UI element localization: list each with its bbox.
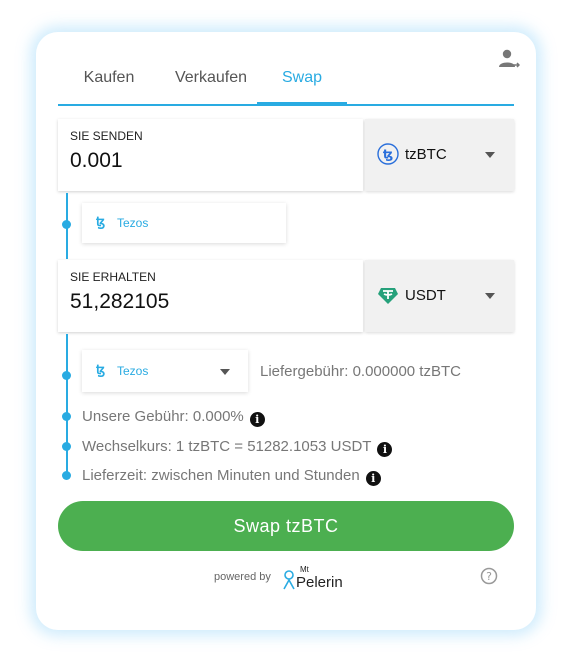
exchange-rate-text: Wechselkurs: 1 tzBTC = 51282.1053 USDT [82, 438, 372, 455]
delivery-time-row: Lieferzeit: zwischen Minuten und Stunden… [82, 467, 381, 486]
chevron-down-icon [485, 152, 495, 158]
send-token-select[interactable]: ꜩ tzBTC [365, 119, 514, 191]
send-amount-input[interactable]: 0.001 [70, 149, 123, 173]
delivery-time-text: Lieferzeit: zwischen Minuten und Stunden [82, 467, 360, 484]
swap-button[interactable]: Swap tzBTC [58, 501, 514, 551]
info-icon[interactable]: i [365, 471, 381, 486]
our-fee-row: Unsere Gebühr: 0.000% i [82, 408, 265, 427]
timeline-dot [62, 371, 71, 380]
active-tab-indicator [257, 102, 347, 106]
send-caption: SIE SENDEN [70, 129, 143, 143]
logo-mt-text: Mt [300, 565, 309, 574]
tezos-icon: ꜩ [96, 362, 106, 377]
send-field: SIE SENDEN 0.001 ꜩ tzBTC [58, 119, 514, 193]
powered-by-text: powered by [214, 571, 271, 583]
send-amount-box[interactable]: SIE SENDEN 0.001 [58, 119, 363, 191]
timeline-dot [62, 442, 71, 451]
svg-text:?: ? [486, 570, 492, 583]
send-network-box[interactable]: ꜩ Tezos [82, 203, 286, 243]
receive-token-name: USDT [405, 287, 446, 304]
delivery-fee-text: Liefergebühr: 0.000000 tzBTC [260, 363, 461, 380]
info-icon[interactable]: i [377, 442, 393, 457]
info-icon[interactable]: i [249, 412, 265, 427]
pelerin-logo-icon [283, 570, 295, 590]
chevron-down-icon [220, 369, 230, 375]
tab-bar: Kaufen Verkaufen Swap [58, 62, 514, 106]
timeline-dot [62, 471, 71, 480]
receive-network-label: Tezos [117, 364, 149, 378]
timeline-dot [62, 220, 71, 229]
receive-field: SIE ERHALTEN 51,282105 USDT [58, 260, 514, 334]
logo-name-text: Pelerin [296, 574, 343, 591]
tezos-icon: ꜩ [96, 214, 106, 229]
receive-amount-input[interactable]: 51,282105 [70, 290, 169, 314]
svg-text:ꜩ: ꜩ [383, 148, 393, 162]
swap-widget: Kaufen Verkaufen Swap SIE SENDEN 0.001 ꜩ… [36, 32, 536, 630]
chevron-down-icon [485, 293, 495, 299]
tzbtc-icon: ꜩ [377, 143, 399, 165]
tab-swap[interactable]: Swap [257, 62, 347, 102]
our-fee-text: Unsere Gebühr: 0.000% [82, 408, 244, 425]
receive-caption: SIE ERHALTEN [70, 270, 156, 284]
send-network-label: Tezos [117, 216, 149, 230]
timeline-dot [62, 412, 71, 421]
usdt-icon [378, 288, 398, 304]
receive-token-select[interactable]: USDT [365, 260, 514, 332]
tab-verkaufen[interactable]: Verkaufen [161, 62, 261, 102]
send-token-name: tzBTC [405, 146, 447, 163]
help-icon[interactable]: ? [480, 567, 498, 585]
receive-amount-box[interactable]: SIE ERHALTEN 51,282105 [58, 260, 363, 332]
mt-pelerin-logo[interactable]: Mt Pelerin [282, 565, 352, 593]
exchange-rate-row: Wechselkurs: 1 tzBTC = 51282.1053 USDT i [82, 438, 393, 457]
tab-kaufen[interactable]: Kaufen [64, 62, 154, 102]
receive-network-select[interactable]: ꜩ Tezos [82, 350, 248, 392]
timeline-line [66, 334, 68, 474]
